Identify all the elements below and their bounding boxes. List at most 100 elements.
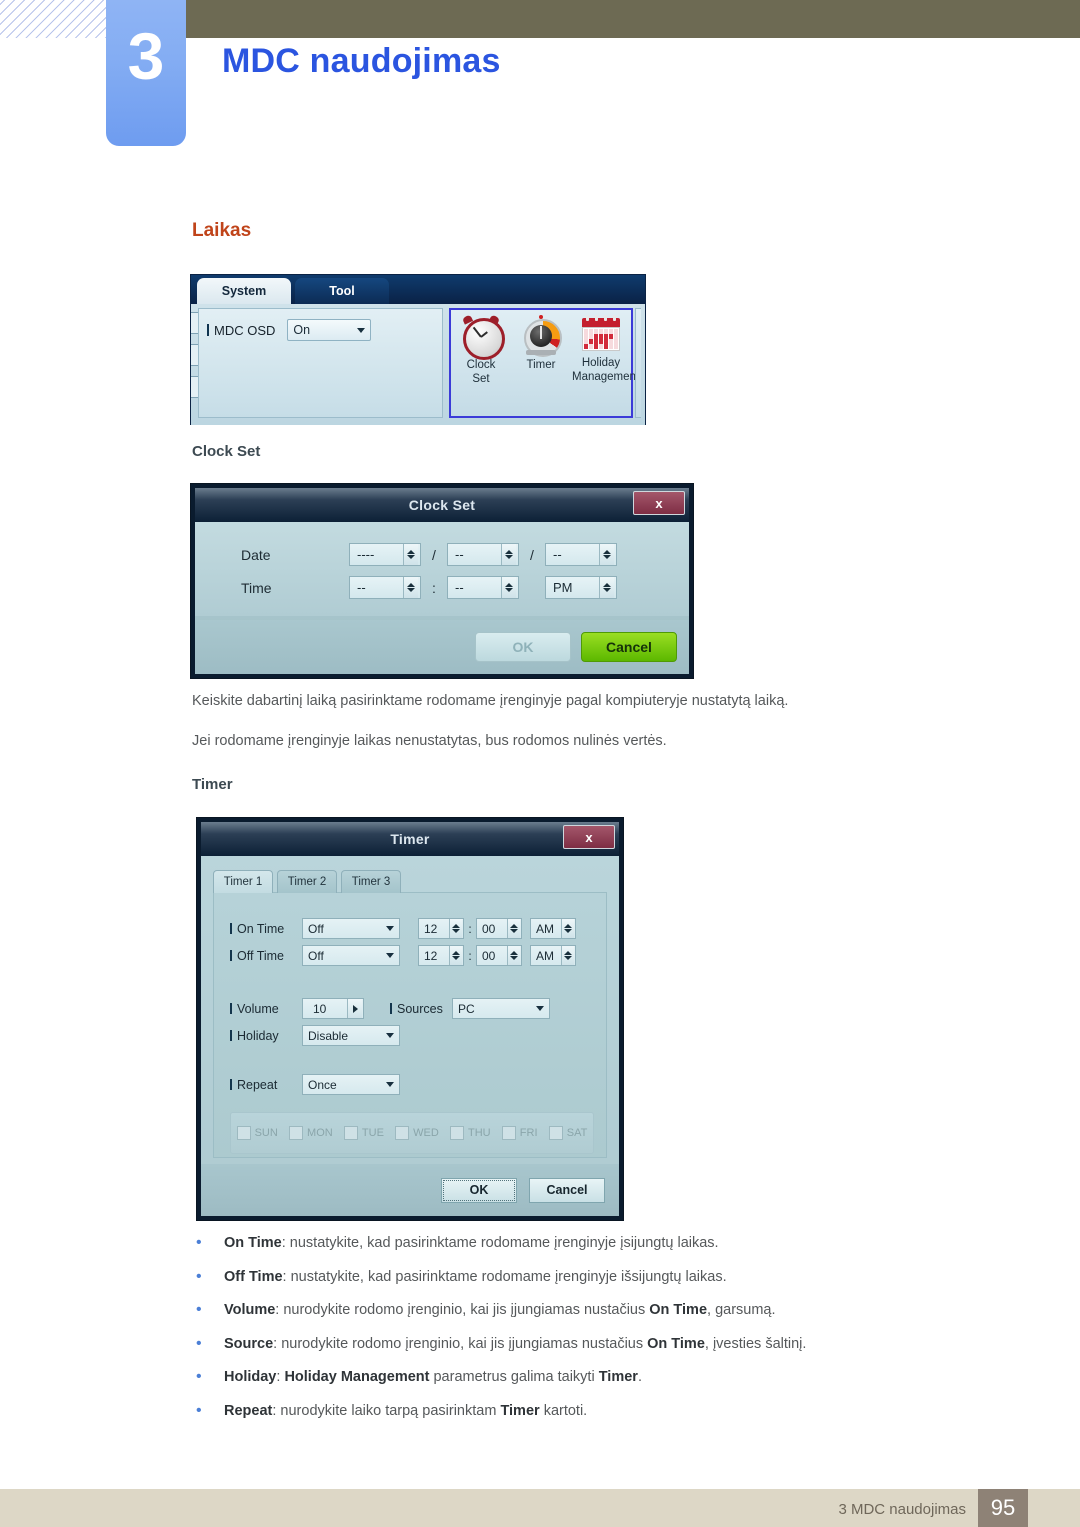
volume-stepper[interactable]: 10 [302, 998, 364, 1019]
checkbox-fri[interactable] [501, 1126, 516, 1140]
holiday-dropdown[interactable]: Disable [302, 1025, 400, 1046]
off-time-minute-spinner[interactable]: 00 [476, 945, 522, 966]
spinner-arrows[interactable] [403, 544, 418, 565]
arrow-down-icon [452, 929, 460, 933]
checkbox-sat[interactable] [548, 1126, 563, 1140]
date-row: Date ---- / -- / -- [195, 538, 689, 571]
holiday-management-button[interactable]: Holiday Management [572, 315, 639, 416]
calendar-ring [613, 315, 616, 321]
decorative-hatch-pattern [0, 0, 106, 38]
tab-timer-1[interactable]: Timer 1 [213, 870, 273, 893]
tab-timer-3[interactable]: Timer 3 [341, 870, 401, 893]
checkbox-sun[interactable] [236, 1126, 251, 1140]
clock-set-caption-line1: Clock [466, 359, 496, 371]
spinner-arrows[interactable] [403, 577, 418, 598]
calendar-cell [588, 334, 594, 339]
mdc-osd-label-text: MDC OSD [214, 322, 276, 338]
weekday-wed[interactable]: WED [395, 1126, 439, 1140]
volume-increase-button[interactable] [347, 999, 362, 1018]
weekday-sun[interactable]: SUN [236, 1126, 278, 1140]
close-icon[interactable]: x [633, 491, 685, 515]
off-time-meridiem-spinner[interactable]: AM [530, 945, 576, 966]
weekday-thu[interactable]: THU [449, 1126, 491, 1140]
time-hour-value: -- [357, 580, 366, 595]
spinner-arrows[interactable] [599, 577, 614, 598]
sources-dropdown[interactable]: PC [452, 998, 550, 1019]
spinner-arrows[interactable] [501, 544, 516, 565]
arrow-up-icon [564, 924, 572, 928]
timer-ok-button[interactable]: OK [441, 1177, 517, 1203]
weekday-tue[interactable]: TUE [343, 1126, 384, 1140]
spinner-arrows[interactable] [449, 919, 462, 938]
off-time-hour-spinner[interactable]: 12 [418, 945, 464, 966]
on-time-hour-spinner[interactable]: 12 [418, 918, 464, 939]
arrow-up-icon [505, 583, 513, 587]
time-hour-spinner[interactable]: -- [349, 576, 421, 599]
dialog-content: Timer 1 Timer 2 Timer 3 On Time Off 12:… [201, 856, 619, 1216]
checkbox-wed[interactable] [395, 1126, 410, 1140]
arrow-down-icon [510, 956, 518, 960]
list-item-text: Source: nurodykite rodomo įrenginio, kai… [224, 1335, 807, 1352]
timer-needle [540, 326, 542, 339]
holiday-label-text: Holiday [237, 1028, 279, 1043]
off-time-colon: : [468, 948, 472, 963]
on-time-mode-dropdown[interactable]: Off [302, 918, 400, 939]
spinner-arrows[interactable] [507, 919, 520, 938]
timer-cancel-button[interactable]: Cancel [529, 1177, 605, 1203]
clock-set-dialog: Clock Set x Date ---- / -- / -- Time -- … [190, 483, 694, 679]
dialog-title-text: Clock Set [408, 497, 476, 513]
date-day-value: -- [553, 547, 562, 562]
timer-button[interactable]: Timer [512, 315, 570, 416]
mdc-osd-select[interactable]: On [287, 319, 372, 341]
date-month-value: -- [455, 547, 464, 562]
calendar-ring [595, 315, 598, 321]
on-time-meridiem-spinner[interactable]: AM [530, 918, 576, 939]
close-icon[interactable]: x [563, 825, 615, 849]
clock-set-footer: OK Cancel [195, 620, 689, 674]
on-time-mode-value: Off [308, 921, 324, 936]
time-minute-spinner[interactable]: -- [447, 576, 519, 599]
checkbox-mon[interactable] [289, 1126, 304, 1140]
spinner-arrows[interactable] [561, 946, 574, 965]
checkbox-tue[interactable] [343, 1126, 358, 1140]
calendar-cell [588, 329, 594, 334]
tab-system[interactable]: System [197, 278, 291, 304]
spinner-arrows[interactable] [561, 919, 574, 938]
weekday-sat[interactable]: SAT [548, 1126, 587, 1140]
spinner-arrows[interactable] [449, 946, 462, 965]
weekday-label: SUN [254, 1127, 278, 1139]
spinner-arrows[interactable] [599, 544, 614, 565]
time-row: Time -- : -- PM [195, 571, 689, 604]
spinner-arrows[interactable] [501, 577, 516, 598]
dialog-title-text: Timer [390, 831, 430, 847]
on-time-label: On Time [230, 922, 302, 936]
list-item-text: Volume: nurodykite rodomo įrenginio, kai… [224, 1302, 776, 1319]
checkbox-thu[interactable] [449, 1126, 464, 1140]
date-year-spinner[interactable]: ---- [349, 543, 421, 566]
off-time-mode-dropdown[interactable]: Off [302, 945, 400, 966]
repeat-dropdown[interactable]: Once [302, 1074, 400, 1095]
label-tick-icon [230, 1029, 232, 1041]
calendar-ring [604, 315, 607, 321]
dialog-content: Date ---- / -- / -- Time --: -- PM OK C… [195, 522, 689, 674]
list-item: • On Time: nustatykite, kad pasirinktame … [192, 1234, 992, 1254]
on-time-minute-spinner[interactable]: 00 [476, 918, 522, 939]
holiday-label: Holiday [230, 1029, 302, 1043]
date-day-spinner[interactable]: -- [545, 543, 617, 566]
spinner-arrows[interactable] [507, 946, 520, 965]
volume-label: Volume [230, 1002, 302, 1016]
tab-timer-2[interactable]: Timer 2 [277, 870, 337, 893]
clock-set-button[interactable]: Clock Set [452, 314, 510, 416]
date-month-spinner[interactable]: -- [447, 543, 519, 566]
tab-tool[interactable]: Tool [295, 278, 389, 304]
clock-set-cancel-button[interactable]: Cancel [581, 632, 677, 662]
mdc-toolbar-body: MDC OSD On Clock Set Timer Holiday Manag… [191, 304, 645, 425]
time-meridiem-spinner[interactable]: PM [545, 576, 617, 599]
bullet-marker-icon: • [196, 1334, 202, 1352]
label-tick-icon [230, 949, 232, 961]
weekday-fri[interactable]: FRI [501, 1126, 538, 1140]
weekday-mon[interactable]: MON [289, 1126, 333, 1140]
calendar-cell [584, 344, 589, 349]
paragraph-2: Jei rodomame įrenginyje laikas nenustaty… [192, 733, 667, 749]
clock-set-ok-button[interactable]: OK [475, 632, 571, 662]
